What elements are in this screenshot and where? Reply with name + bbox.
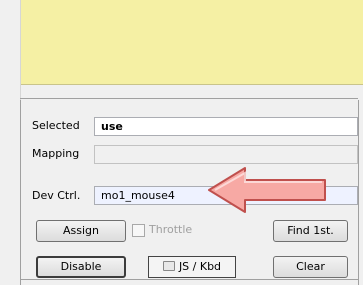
left-scroll-strip [0,0,21,285]
group-left-border [20,100,21,285]
mapping-label: Mapping [32,147,80,160]
red-arrow-left-icon [208,167,326,213]
js-kbd-label: JS / Kbd [178,260,222,273]
dev-ctrl-label: Dev Ctrl. [32,189,81,202]
js-kbd-button[interactable]: JS / Kbd [148,256,236,278]
disable-button[interactable]: Disable [36,256,126,278]
clear-button[interactable]: Clear [273,256,348,278]
group-bottom-border [20,279,358,280]
group-right-border [358,100,359,285]
assign-button[interactable]: Assign [36,220,126,242]
find-first-button[interactable]: Find 1st. [273,220,348,242]
group-top-border [20,98,358,99]
yellow-info-panel [21,0,363,85]
throttle-label: Throttle [149,223,193,236]
mapping-field [94,145,358,164]
selected-field: use [94,117,358,136]
selected-label: Selected [32,119,80,132]
throttle-checkbox[interactable] [132,224,145,237]
keyboard-icon [162,261,175,271]
mapping-dialog: Selected use Mapping Dev Ctrl. mo1_mouse… [0,0,363,285]
